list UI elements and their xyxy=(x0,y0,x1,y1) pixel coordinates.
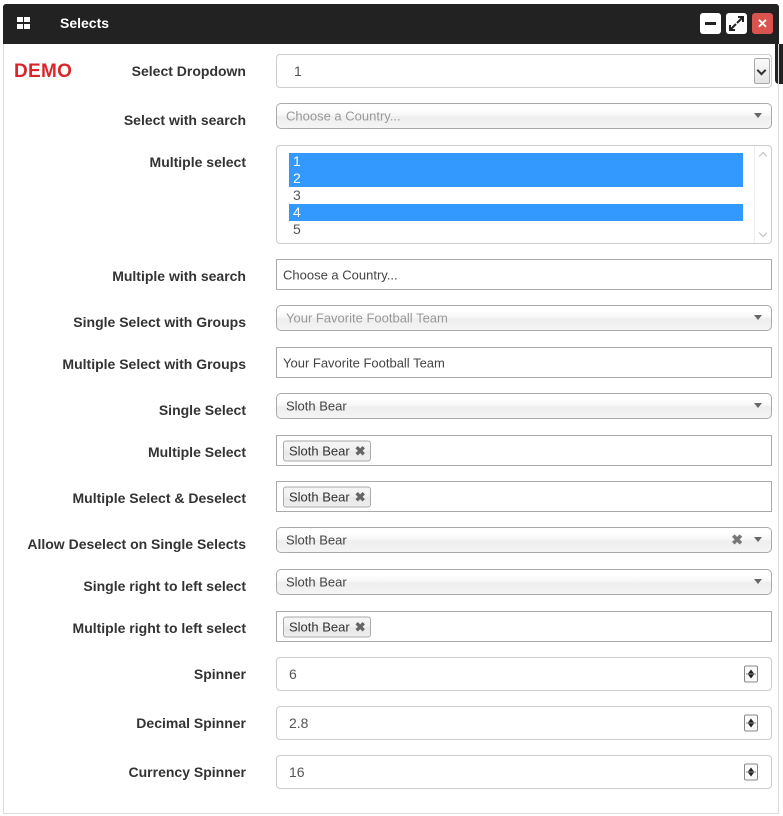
multiple-select-listbox[interactable]: 1 2 3 4 5 xyxy=(276,145,772,244)
multiple-select-groups-input[interactable]: Your Favorite Football Team xyxy=(276,347,772,378)
multiple-select-label: Multiple Select xyxy=(147,444,246,460)
caret-down-icon xyxy=(754,537,762,542)
allow-deselect-select[interactable]: Sloth Bear ✖ xyxy=(276,527,772,553)
caret-down-icon xyxy=(754,403,762,408)
demo-badge: DEMO xyxy=(14,61,73,82)
select-dropdown[interactable]: 1 xyxy=(276,54,772,88)
minimize-button[interactable] xyxy=(700,13,721,34)
window-titlebar: Selects ✕ xyxy=(3,4,779,44)
allow-deselect-value: Sloth Bear xyxy=(286,532,347,548)
window-title: Selects xyxy=(60,15,110,31)
multiple-with-search-input[interactable]: Choose a Country... xyxy=(276,259,772,290)
multiple-rtl-input[interactable]: Sloth Bear ✖ xyxy=(276,611,772,642)
scroll-down-icon[interactable] xyxy=(758,228,768,238)
multiple-rtl-label: Multiple right to left select xyxy=(72,620,246,636)
selected-tag: Sloth Bear ✖ xyxy=(283,486,371,507)
single-select-groups-placeholder: Your Favorite Football Team xyxy=(286,310,448,326)
selected-tag: Sloth Bear ✖ xyxy=(283,616,371,637)
tag-label: Sloth Bear xyxy=(289,619,350,634)
multiple-with-search-placeholder: Choose a Country... xyxy=(283,267,398,282)
single-select-label: Single Select xyxy=(158,402,246,418)
multiple-select-groups-label: Multiple Select with Groups xyxy=(62,356,246,372)
listbox-scrollbar[interactable] xyxy=(754,146,771,243)
currency-spinner-input[interactable]: 16 xyxy=(276,755,772,789)
close-button[interactable]: ✕ xyxy=(752,13,773,34)
multiple-select-deselect-input[interactable]: Sloth Bear ✖ xyxy=(276,481,772,512)
selected-tag: Sloth Bear ✖ xyxy=(283,440,371,461)
tag-label: Sloth Bear xyxy=(289,489,350,504)
currency-spinner-value: 16 xyxy=(289,764,305,780)
select-with-search[interactable]: Choose a Country... xyxy=(276,103,772,129)
multiple-select-deselect-label: Multiple Select & Deselect xyxy=(72,490,246,506)
single-select-groups-label: Single Select with Groups xyxy=(73,314,246,330)
single-rtl-label: Single right to left select xyxy=(83,578,246,594)
single-rtl-value: Sloth Bear xyxy=(286,574,347,590)
remove-tag-icon[interactable]: ✖ xyxy=(355,619,366,634)
decimal-spinner-input[interactable]: 2.8 xyxy=(276,706,772,740)
chevron-down-icon[interactable] xyxy=(754,58,770,84)
decimal-spinner-value: 2.8 xyxy=(289,715,309,731)
listbox-option-4[interactable]: 4 xyxy=(289,204,743,221)
select-dropdown-value: 1 xyxy=(294,63,302,79)
caret-down-icon xyxy=(754,315,762,320)
single-select[interactable]: Sloth Bear xyxy=(276,393,772,419)
tag-label: Sloth Bear xyxy=(289,443,350,458)
listbox-option-5[interactable]: 5 xyxy=(289,221,743,238)
select-dropdown-label: Select Dropdown xyxy=(131,63,246,79)
listbox-option-2[interactable]: 2 xyxy=(289,170,743,187)
remove-tag-icon[interactable]: ✖ xyxy=(355,443,366,458)
single-rtl-select[interactable]: Sloth Bear xyxy=(276,569,772,595)
listbox-option-3[interactable]: 3 xyxy=(289,187,743,204)
remove-tag-icon[interactable]: ✖ xyxy=(355,489,366,504)
spin-arrows-icon[interactable] xyxy=(744,763,758,781)
scroll-up-icon[interactable] xyxy=(758,151,768,161)
clear-selection-icon[interactable]: ✖ xyxy=(731,532,743,549)
select-with-search-label: Select with search xyxy=(123,112,246,128)
spin-arrows-icon[interactable] xyxy=(744,714,758,732)
grid-icon xyxy=(17,17,30,29)
spinner-input[interactable]: 6 xyxy=(276,657,772,691)
maximize-icon xyxy=(729,16,744,31)
listbox-option-1[interactable]: 1 xyxy=(289,153,743,170)
select-with-search-placeholder: Choose a Country... xyxy=(286,108,401,124)
multiple-select-groups-placeholder: Your Favorite Football Team xyxy=(283,355,445,370)
spinner-label: Spinner xyxy=(193,666,246,682)
single-select-groups[interactable]: Your Favorite Football Team xyxy=(276,305,772,331)
maximize-button[interactable] xyxy=(726,13,747,34)
allow-deselect-label: Allow Deselect on Single Selects xyxy=(27,536,246,552)
spin-arrows-icon[interactable] xyxy=(744,665,758,683)
single-select-value: Sloth Bear xyxy=(286,398,347,414)
currency-spinner-label: Currency Spinner xyxy=(128,764,246,780)
multiple-select-list-label: Multiple select xyxy=(149,154,246,170)
multiple-select-input[interactable]: Sloth Bear ✖ xyxy=(276,435,772,466)
spinner-value: 6 xyxy=(289,666,297,682)
multiple-with-search-label: Multiple with search xyxy=(112,268,246,284)
caret-down-icon xyxy=(754,113,762,118)
decimal-spinner-label: Decimal Spinner xyxy=(136,715,246,731)
caret-down-icon xyxy=(754,579,762,584)
